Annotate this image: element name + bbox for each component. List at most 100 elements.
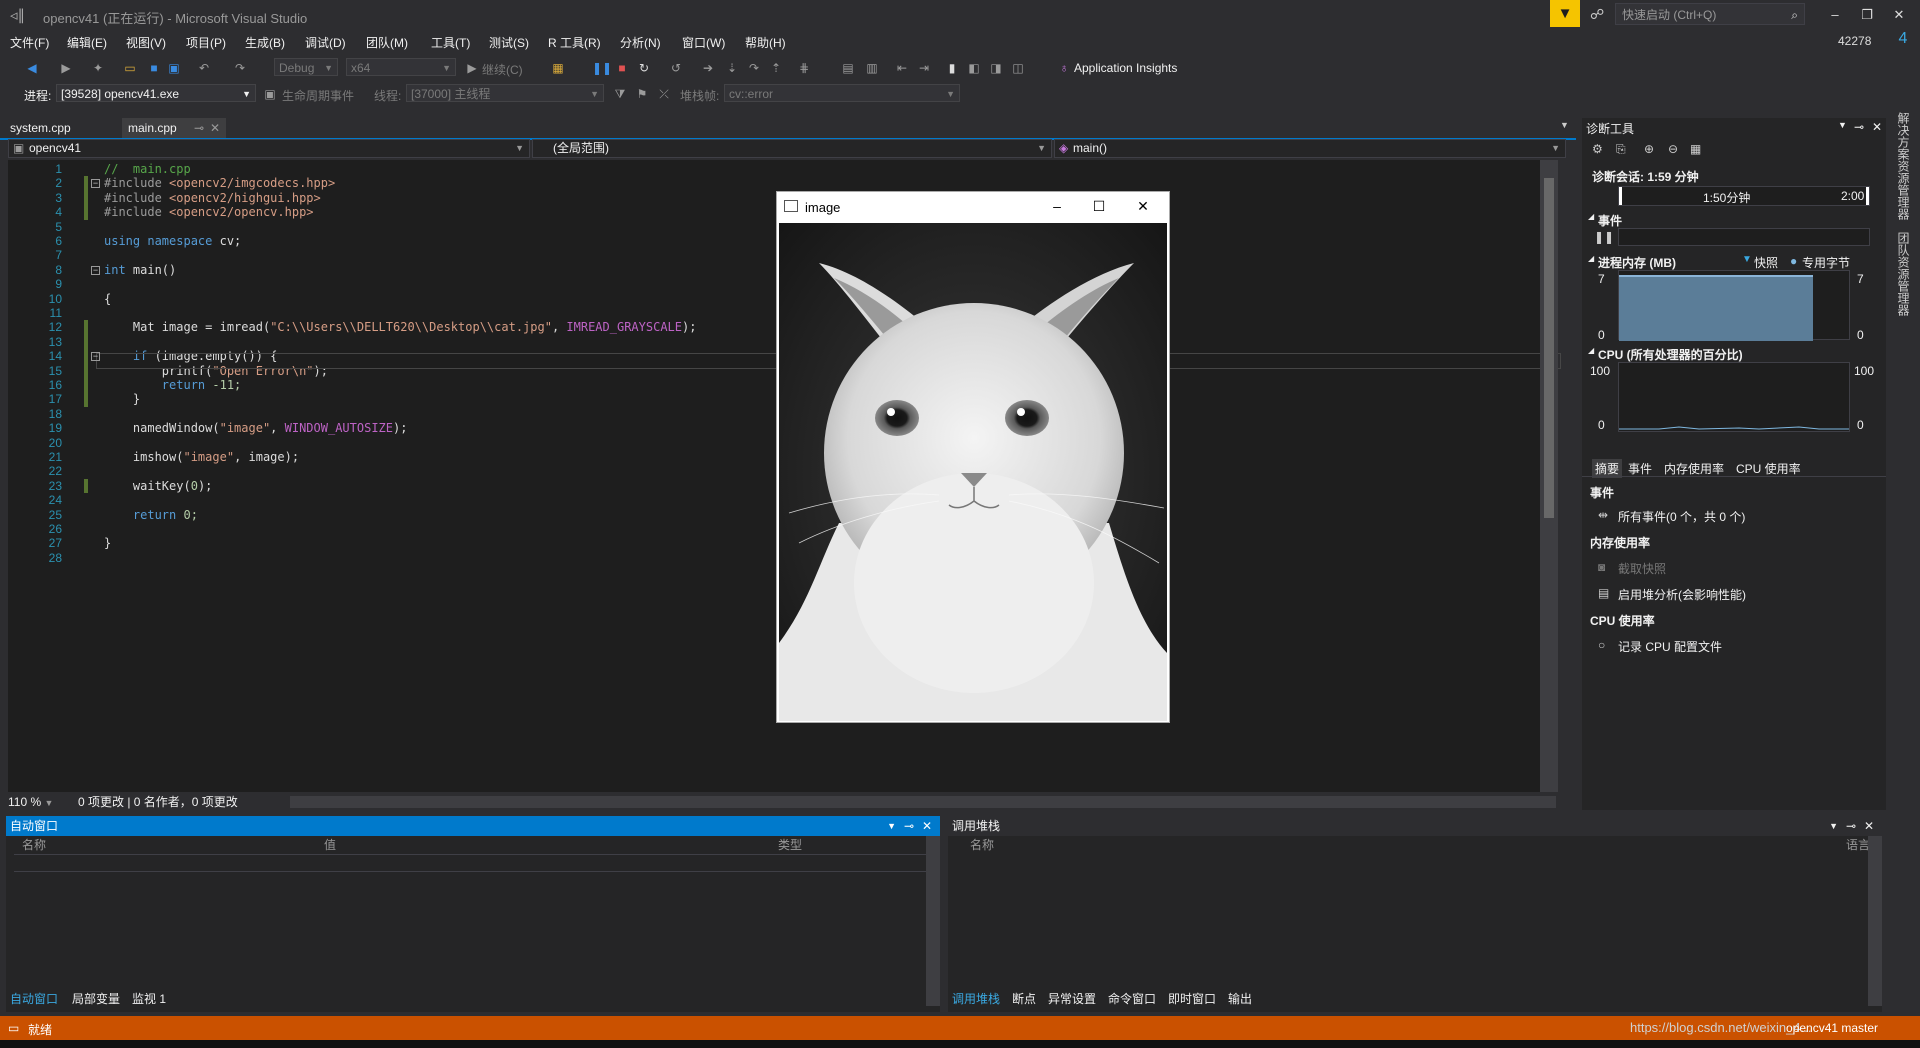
restart-icon[interactable]: ↻	[636, 60, 652, 76]
new-project-icon[interactable]: ✦	[90, 60, 106, 76]
code-line[interactable]: #include <opencv2/highgui.hpp>	[104, 191, 321, 205]
autos-dropdown-icon[interactable]: ▼	[887, 816, 896, 836]
hot-reload-icon[interactable]: ↺	[668, 60, 684, 76]
team-explorer-tab[interactable]: 团队资源管理器	[1896, 232, 1912, 316]
code-line[interactable]: Mat image = imread("C:\\Users\\DELLT620\…	[104, 320, 697, 334]
code-line[interactable]: imshow("image", image);	[104, 450, 299, 464]
code-line[interactable]: {	[104, 292, 111, 306]
show-next-statement-icon[interactable]: ➔	[700, 60, 716, 76]
notification-badge[interactable]: 4	[1892, 30, 1914, 52]
menu-team[interactable]: 团队(M)	[366, 34, 408, 51]
forward-icon[interactable]: ▶	[58, 60, 74, 76]
diag-dropdown-icon[interactable]: ▼	[1838, 120, 1847, 130]
tab-autos[interactable]: 自动窗口	[10, 990, 58, 1008]
menu-debug[interactable]: 调试(D)	[305, 34, 346, 51]
menu-help[interactable]: 帮助(H)	[745, 34, 786, 51]
callstack-close-icon[interactable]: ✕	[1864, 816, 1874, 836]
prev-bookmark-icon[interactable]: ◧	[966, 60, 982, 76]
comment-icon[interactable]: ▤	[840, 60, 856, 76]
collapse-icon[interactable]: ◢	[1588, 212, 1594, 221]
horizontal-scrollbar[interactable]	[290, 796, 1556, 808]
code-line[interactable]: return 0;	[104, 508, 198, 522]
configuration-dropdown[interactable]: Debug ▼	[274, 58, 338, 76]
image-close-button[interactable]: ✕	[1123, 195, 1163, 217]
collapse-icon[interactable]: ◢	[1588, 346, 1594, 355]
record-cpu-profile-button[interactable]: 记录 CPU 配置文件	[1618, 638, 1722, 655]
redo-icon[interactable]: ↷	[232, 60, 248, 76]
tab-overflow-icon[interactable]: ▼	[1560, 120, 1569, 130]
fold-toggle-icon[interactable]: −	[91, 265, 100, 275]
image-maximize-button[interactable]: ☐	[1079, 195, 1119, 217]
filter-icon[interactable]: ▼	[1550, 0, 1580, 27]
reset-view-icon[interactable]: ▦	[1690, 142, 1701, 156]
tab-main-cpp[interactable]: main.cpp ⊸ ✕	[122, 118, 226, 138]
callstack-scrollbar[interactable]	[1868, 836, 1882, 1006]
pause-icon[interactable]: ❚❚	[592, 60, 612, 76]
tab-memory-usage[interactable]: 内存使用率	[1664, 460, 1724, 477]
scope-dropdown[interactable]: (全局范围) ▼	[532, 139, 1052, 158]
collapse-icon[interactable]: ◢	[1588, 254, 1594, 263]
tab-output[interactable]: 输出	[1228, 990, 1252, 1008]
menu-window[interactable]: 窗口(W)	[682, 34, 725, 51]
filter-thread-icon[interactable]: ⧩	[612, 86, 628, 102]
close-tab-icon[interactable]: ✕	[210, 118, 220, 138]
tab-locals[interactable]: 局部变量	[72, 990, 120, 1008]
events-section-label[interactable]: 事件	[1598, 212, 1622, 229]
platform-dropdown[interactable]: x64 ▼	[346, 58, 456, 76]
all-events-link[interactable]: 所有事件(0 个，共 0 个)	[1618, 508, 1745, 525]
code-line[interactable]: #include <opencv2/imgcodecs.hpp>	[104, 176, 335, 190]
feedback-icon[interactable]: ☍	[1590, 6, 1604, 23]
changes-indicator[interactable]: 0 项更改 | 0 名作者，0 项更改	[78, 794, 238, 810]
memory-graph[interactable]	[1618, 270, 1850, 341]
menu-r-tools[interactable]: R 工具(R)	[548, 34, 601, 51]
heap-profiling-button[interactable]: 启用堆分析(会影响性能)	[1618, 586, 1746, 603]
pause-events-icon[interactable]: ❚❚	[1594, 230, 1614, 244]
clear-bookmark-icon[interactable]: ◫	[1010, 60, 1026, 76]
next-bookmark-icon[interactable]: ◨	[988, 60, 1004, 76]
project-dropdown[interactable]: ▣ opencv41 ▼	[8, 139, 530, 158]
callstack-dropdown-icon[interactable]: ▼	[1829, 816, 1838, 836]
cpu-section-label[interactable]: CPU (所有处理器的百分比)	[1598, 346, 1743, 363]
col-name[interactable]: 名称	[970, 836, 994, 854]
continue-icon[interactable]: ▶	[464, 60, 480, 76]
timeline-ruler[interactable]: 1:50分钟 2:00	[1618, 186, 1870, 206]
fold-toggle-icon[interactable]: −	[91, 352, 100, 362]
col-value[interactable]: 值	[324, 836, 336, 854]
menu-project[interactable]: 项目(P)	[186, 34, 226, 51]
code-line[interactable]: // main.cpp	[104, 162, 191, 176]
step-into-icon[interactable]: ⇣	[724, 60, 740, 76]
menu-file[interactable]: 文件(F)	[10, 34, 49, 51]
continue-button[interactable]: 继续(C)	[482, 61, 523, 78]
application-insights-button[interactable]: Application Insights	[1074, 61, 1177, 75]
outdent-icon[interactable]: ⇤	[894, 60, 910, 76]
hex-icon[interactable]: ⋕	[796, 60, 812, 76]
tab-cpu-usage[interactable]: CPU 使用率	[1736, 460, 1801, 477]
tab-breakpoints[interactable]: 断点	[1012, 990, 1036, 1008]
member-dropdown[interactable]: ◈ main() ▼	[1054, 139, 1566, 158]
uncomment-icon[interactable]: ▥	[864, 60, 880, 76]
code-line[interactable]: int main()	[104, 263, 176, 277]
restore-button[interactable]: ❐	[1852, 4, 1882, 26]
autos-scrollbar[interactable]	[926, 836, 940, 1006]
tab-immediate[interactable]: 即时窗口	[1168, 990, 1216, 1008]
step-out-icon[interactable]: ⇡	[768, 60, 784, 76]
tab-system-cpp[interactable]: system.cpp	[4, 118, 77, 138]
menu-build[interactable]: 生成(B)	[245, 34, 285, 51]
indent-icon[interactable]: ⇥	[916, 60, 932, 76]
timeline-end-handle[interactable]	[1866, 187, 1869, 205]
diag-pin-icon[interactable]: ⊸	[1854, 120, 1864, 134]
quick-launch-input[interactable]: 快速启动 (Ctrl+Q) ⌕	[1615, 3, 1805, 25]
menu-analyze[interactable]: 分析(N)	[620, 34, 661, 51]
minimize-button[interactable]: –	[1820, 4, 1850, 26]
code-line[interactable]: using namespace cv;	[104, 234, 241, 248]
col-name[interactable]: 名称	[22, 836, 46, 854]
flag-thread-icon[interactable]: ⚑	[634, 86, 650, 102]
user-id[interactable]: 42278	[1838, 34, 1871, 48]
step-over-icon[interactable]: ↷	[746, 60, 762, 76]
menu-test[interactable]: 测试(S)	[489, 34, 529, 51]
col-language[interactable]: 语言	[1846, 836, 1870, 854]
tab-command[interactable]: 命令窗口	[1108, 990, 1156, 1008]
zoom-in-icon[interactable]: ⊕	[1644, 142, 1654, 156]
thread-dropdown[interactable]: [37000] 主线程 ▼	[406, 84, 604, 102]
code-line[interactable]: }	[104, 392, 140, 406]
